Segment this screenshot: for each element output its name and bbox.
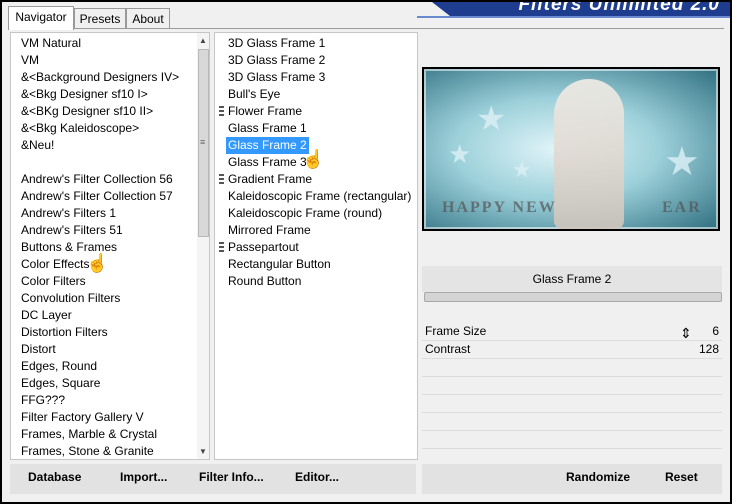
param-label: Contrast bbox=[425, 342, 471, 356]
preview-image: ★ ★ ★ ★ HAPPY NEW EAR bbox=[422, 67, 720, 231]
category-scrollbar[interactable]: ▲ ≡ ▼ bbox=[197, 33, 209, 459]
filter-item[interactable]: Kaleidoscopic Frame (rectangular) bbox=[228, 188, 411, 205]
category-item[interactable]: Distortion Filters bbox=[21, 324, 108, 341]
scroll-down-icon[interactable]: ▼ bbox=[199, 447, 207, 456]
scroll-up-icon[interactable]: ▲ bbox=[199, 36, 207, 45]
category-item[interactable]: Andrew's Filter Collection 57 bbox=[21, 188, 173, 205]
star-icon: ★ bbox=[664, 140, 700, 184]
category-item[interactable]: &Neu! bbox=[21, 137, 54, 154]
tab-navigator[interactable]: Navigator bbox=[8, 6, 74, 30]
category-item[interactable]: &<BKg Designer sf10 II> bbox=[21, 103, 153, 120]
param-row-empty bbox=[422, 376, 722, 395]
filter-item[interactable]: Kaleidoscopic Frame (round) bbox=[228, 205, 382, 222]
category-item[interactable]: Convolution Filters bbox=[21, 290, 120, 307]
filter-item[interactable]: Gradient Frame bbox=[228, 171, 312, 188]
category-list[interactable]: VM Natural VM &<Background Designers IV> &<… bbox=[10, 32, 210, 460]
filter-item[interactable]: 3D Glass Frame 2 bbox=[228, 52, 325, 69]
param-value[interactable]: 6 bbox=[712, 324, 719, 338]
tab-divider bbox=[8, 28, 724, 29]
category-item[interactable]: FFG??? bbox=[21, 392, 65, 409]
tab-about[interactable]: About bbox=[126, 8, 170, 29]
category-item[interactable]: Andrew's Filter Collection 56 bbox=[21, 171, 173, 188]
import-button[interactable]: Import... bbox=[120, 470, 167, 484]
preview-text-right: EAR bbox=[662, 199, 702, 216]
parameter-panel[interactable]: Frame Size ⇕ 6 Contrast 128 bbox=[422, 322, 722, 452]
filter-item-selected[interactable]: Glass Frame 2 bbox=[226, 137, 309, 154]
param-label: Frame Size bbox=[425, 324, 487, 338]
category-item[interactable]: Distort bbox=[21, 341, 56, 358]
woman-figure bbox=[554, 79, 624, 229]
category-item[interactable]: Filter Factory Gallery V bbox=[21, 409, 144, 426]
category-item[interactable]: Color Effects bbox=[21, 256, 89, 273]
param-row-frame-size[interactable]: Frame Size ⇕ 6 bbox=[422, 322, 722, 341]
filters-unlimited-window: Filters Unlimited 2.0 Navigator Presets … bbox=[2, 2, 730, 502]
param-row-contrast[interactable]: Contrast 128 bbox=[422, 340, 722, 359]
filter-item[interactable]: Bull's Eye bbox=[228, 86, 280, 103]
param-value[interactable]: 128 bbox=[699, 342, 719, 356]
filter-item[interactable]: 3D Glass Frame 3 bbox=[228, 69, 325, 86]
param-row-empty bbox=[422, 430, 722, 449]
filter-item[interactable]: Glass Frame 1 bbox=[228, 120, 307, 137]
param-row-empty bbox=[422, 412, 722, 431]
category-item[interactable]: DC Layer bbox=[21, 307, 72, 324]
filter-item[interactable]: Glass Frame 3 bbox=[228, 154, 307, 171]
filter-item[interactable]: Mirrored Frame bbox=[228, 222, 311, 239]
scroll-thumb[interactable]: ≡ bbox=[198, 49, 209, 237]
filter-info-button[interactable]: Filter Info... bbox=[199, 470, 264, 484]
banner-underline bbox=[417, 16, 730, 18]
title-banner: Filters Unlimited 2.0 bbox=[432, 2, 730, 16]
reset-button[interactable]: Reset bbox=[665, 470, 698, 484]
randomize-button[interactable]: Randomize bbox=[566, 470, 630, 484]
preview-canvas: ★ ★ ★ ★ HAPPY NEW EAR bbox=[424, 69, 718, 229]
category-item[interactable]: Andrew's Filters 51 bbox=[21, 222, 123, 239]
param-row-empty bbox=[422, 358, 722, 377]
category-item[interactable]: Color Filters bbox=[21, 273, 86, 290]
grip-icon: ≡ bbox=[200, 137, 206, 147]
folder-icon bbox=[219, 106, 224, 117]
filter-item[interactable]: 3D Glass Frame 1 bbox=[228, 35, 325, 52]
param-row-empty bbox=[422, 394, 722, 413]
category-item[interactable]: Edges, Round bbox=[21, 358, 97, 375]
hand-cursor-icon: ☝ bbox=[86, 253, 109, 273]
preview-text-left: HAPPY NEW bbox=[442, 199, 557, 216]
resize-cursor-icon: ⇕ bbox=[680, 325, 692, 341]
bottom-toolbar: Database Import... Filter Info... Editor… bbox=[10, 464, 416, 494]
folder-icon bbox=[219, 174, 224, 185]
hand-cursor-icon: ☝ bbox=[302, 149, 325, 169]
filter-item[interactable]: Passepartout bbox=[228, 239, 299, 256]
category-item[interactable]: &<Bkg Kaleidoscope> bbox=[21, 120, 139, 137]
filter-list[interactable]: 3D Glass Frame 1 3D Glass Frame 2 3D Glass… bbox=[214, 32, 418, 460]
folder-icon bbox=[219, 242, 224, 253]
star-icon: ★ bbox=[476, 100, 507, 138]
category-item[interactable]: Frames, Marble & Crystal bbox=[21, 426, 157, 443]
category-item[interactable]: Edges, Square bbox=[21, 375, 100, 392]
category-item[interactable]: Frames, Stone & Granite bbox=[21, 443, 154, 459]
star-icon: ★ bbox=[448, 139, 472, 169]
selected-filter-label: Glass Frame 2 bbox=[422, 266, 722, 292]
category-item[interactable]: &<Bkg Designer sf10 I> bbox=[21, 86, 148, 103]
progress-bar bbox=[424, 292, 722, 302]
category-item[interactable]: &<Background Designers IV> bbox=[21, 69, 179, 86]
category-item[interactable]: VM Natural bbox=[21, 35, 81, 52]
filter-item[interactable]: Round Button bbox=[228, 273, 301, 290]
filter-item[interactable]: Rectangular Button bbox=[228, 256, 331, 273]
filter-item[interactable]: Flower Frame bbox=[228, 103, 302, 120]
tab-presets[interactable]: Presets bbox=[74, 8, 126, 29]
database-button[interactable]: Database bbox=[28, 470, 81, 484]
bottom-toolbar-right: Randomize Reset bbox=[422, 464, 722, 494]
star-icon: ★ bbox=[512, 157, 532, 182]
banner-title: Filters Unlimited 2.0 bbox=[518, 2, 720, 15]
category-item[interactable]: Andrew's Filters 1 bbox=[21, 205, 116, 222]
editor-button[interactable]: Editor... bbox=[295, 470, 339, 484]
category-item[interactable]: VM bbox=[21, 52, 39, 69]
